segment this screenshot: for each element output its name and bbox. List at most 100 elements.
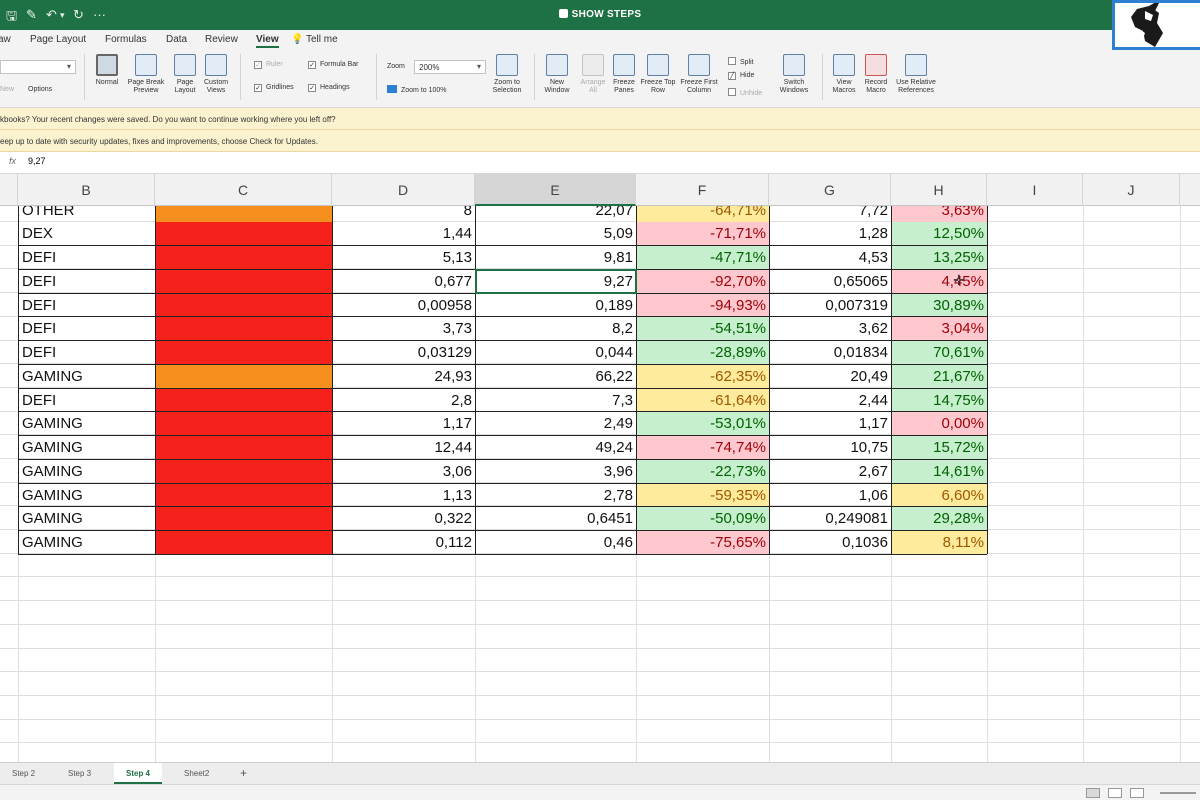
formula-input[interactable]: 9,27 (28, 156, 46, 166)
normal-view-button[interactable]: Normal (91, 54, 123, 87)
cell-status-fill[interactable] (156, 317, 332, 340)
cell-percent-f[interactable]: -61,64% (637, 389, 769, 412)
cell-value-e[interactable]: 5,09 (476, 222, 636, 245)
cell-percent-f[interactable]: -59,35% (637, 484, 769, 507)
cell-percent-f[interactable]: -54,51% (637, 317, 769, 340)
tab-review[interactable]: Review (205, 34, 238, 45)
cell-status-fill[interactable] (156, 389, 332, 412)
cell-status-fill[interactable] (156, 436, 332, 459)
use-relative-references-button[interactable]: Use Relative References (892, 54, 940, 95)
cell-value-e[interactable]: 9,81 (476, 246, 636, 269)
cell-value-d[interactable]: 5,13 (333, 246, 475, 269)
column-header-c[interactable]: C (155, 174, 332, 206)
cell-value-d[interactable]: 8 (333, 206, 475, 222)
cell-value-e[interactable]: 8,2 (476, 317, 636, 340)
cell-value-e[interactable]: 0,044 (476, 341, 636, 364)
cell-status-fill[interactable] (156, 222, 332, 245)
cell-value-d[interactable]: 24,93 (333, 365, 475, 388)
cell-status-fill[interactable] (156, 246, 332, 269)
column-header-b[interactable]: B (18, 174, 155, 206)
cell-value-g[interactable]: 2,44 (770, 389, 891, 412)
page-break-view-icon[interactable] (1130, 788, 1144, 798)
cell-status-fill[interactable] (156, 460, 332, 483)
tab-tell-me[interactable]: Tell me (306, 34, 338, 45)
column-header-i[interactable]: I (987, 174, 1083, 206)
split-button[interactable]: Split (728, 57, 754, 66)
cell-percent-h[interactable]: 70,61% (892, 341, 987, 364)
cell-percent-h[interactable]: 3,63% (892, 206, 987, 222)
cell-value-e[interactable]: 0,189 (476, 294, 636, 317)
cell-status-fill[interactable] (156, 412, 332, 435)
cell-status-fill[interactable] (156, 294, 332, 317)
tab-page-layout[interactable]: Page Layout (30, 34, 86, 45)
page-break-preview-button[interactable]: Page Break Preview (124, 54, 168, 95)
cell-status-fill[interactable] (156, 365, 332, 388)
gridlines-checkbox[interactable]: ✓ Gridlines (254, 84, 294, 92)
cell-category[interactable]: GAMING (19, 412, 155, 435)
zoom-slider[interactable] (1160, 792, 1196, 794)
cell-value-e[interactable]: 2,49 (476, 412, 636, 435)
cell-value-d[interactable]: 3,06 (333, 460, 475, 483)
cell-percent-f[interactable]: -75,65% (637, 531, 769, 554)
cell-status-fill[interactable] (156, 484, 332, 507)
cell-value-g[interactable]: 0,01834 (770, 341, 891, 364)
cell-category[interactable]: GAMING (19, 507, 155, 530)
style-selector[interactable] (0, 60, 76, 74)
zoom-to-selection-button[interactable]: Zoom to Selection (488, 54, 526, 95)
cell-category[interactable]: GAMING (19, 436, 155, 459)
cell-value-g[interactable]: 0,249081 (770, 507, 891, 530)
cell-value-g[interactable]: 4,53 (770, 246, 891, 269)
cell-category[interactable]: DEFI (19, 294, 155, 317)
cell-value-g[interactable]: 7,72 (770, 206, 891, 222)
sheet-tab-step-2[interactable]: Step 2 (0, 763, 47, 784)
column-header-h[interactable]: H (891, 174, 987, 206)
cell-value-g[interactable]: 0,65065 (770, 270, 891, 293)
cell-value-d[interactable]: 0,00958 (333, 294, 475, 317)
cell-value-g[interactable]: 1,06 (770, 484, 891, 507)
column-header-g[interactable]: G (769, 174, 891, 206)
cell-percent-h[interactable]: 21,67% (892, 365, 987, 388)
cell-percent-h[interactable]: 30,89% (892, 294, 987, 317)
cell-value-d[interactable]: 0,677 (333, 270, 475, 293)
page-layout-view-icon[interactable] (1108, 788, 1122, 798)
cell-value-g[interactable]: 3,62 (770, 317, 891, 340)
cell-category[interactable]: DEFI (19, 317, 155, 340)
zoom-select[interactable]: 200% (414, 60, 486, 74)
tab-formulas[interactable]: Formulas (105, 34, 147, 45)
cell-percent-f[interactable]: -74,74% (637, 436, 769, 459)
switch-windows-button[interactable]: Switch Windows (776, 54, 812, 95)
cell-percent-f[interactable]: -92,70% (637, 270, 769, 293)
cell-value-d[interactable]: 3,73 (333, 317, 475, 340)
normal-view-icon[interactable] (1086, 788, 1100, 798)
sheet-tab-sheet2[interactable]: Sheet2 (172, 763, 221, 784)
cell-value-d[interactable]: 12,44 (333, 436, 475, 459)
cell-percent-h[interactable]: 6,60% (892, 484, 987, 507)
freeze-first-column-button[interactable]: Freeze First Column (676, 54, 722, 95)
arrange-all-button[interactable]: Arrange All (576, 54, 610, 95)
cell-percent-h[interactable]: 15,72% (892, 436, 987, 459)
cell-status-fill[interactable] (156, 270, 332, 293)
tab-view[interactable]: View (256, 34, 279, 48)
custom-views-button[interactable]: Custom Views (200, 54, 232, 95)
cell-percent-f[interactable]: -64,71% (637, 206, 769, 222)
cell-percent-f[interactable]: -53,01% (637, 412, 769, 435)
tab-data[interactable]: Data (166, 34, 187, 45)
cell-value-d[interactable]: 2,8 (333, 389, 475, 412)
zoom-to-100-button[interactable]: Zoom to 100% (387, 85, 447, 94)
sheet-tab-step-4[interactable]: Step 4 (114, 763, 163, 784)
cell-category[interactable]: GAMING (19, 484, 155, 507)
column-header-e[interactable]: E (475, 174, 636, 206)
cell-status-fill[interactable] (156, 206, 332, 222)
cell-percent-h[interactable]: 12,50% (892, 222, 987, 245)
new-window-button[interactable]: New Window (540, 54, 574, 95)
cell-category[interactable]: DEFI (19, 270, 155, 293)
unhide-button[interactable]: Unhide (728, 88, 762, 97)
cell-value-d[interactable]: 0,322 (333, 507, 475, 530)
add-sheet-button[interactable]: + (228, 763, 259, 784)
headings-checkbox[interactable]: ✓ Headings (308, 84, 350, 92)
page-layout-view-button[interactable]: Page Layout (170, 54, 200, 95)
cell-category[interactable]: DEFI (19, 246, 155, 269)
cell-value-d[interactable]: 1,17 (333, 412, 475, 435)
cell-percent-h[interactable]: 13,25% (892, 246, 987, 269)
cell-value-e[interactable]: 22,07 (476, 206, 636, 222)
